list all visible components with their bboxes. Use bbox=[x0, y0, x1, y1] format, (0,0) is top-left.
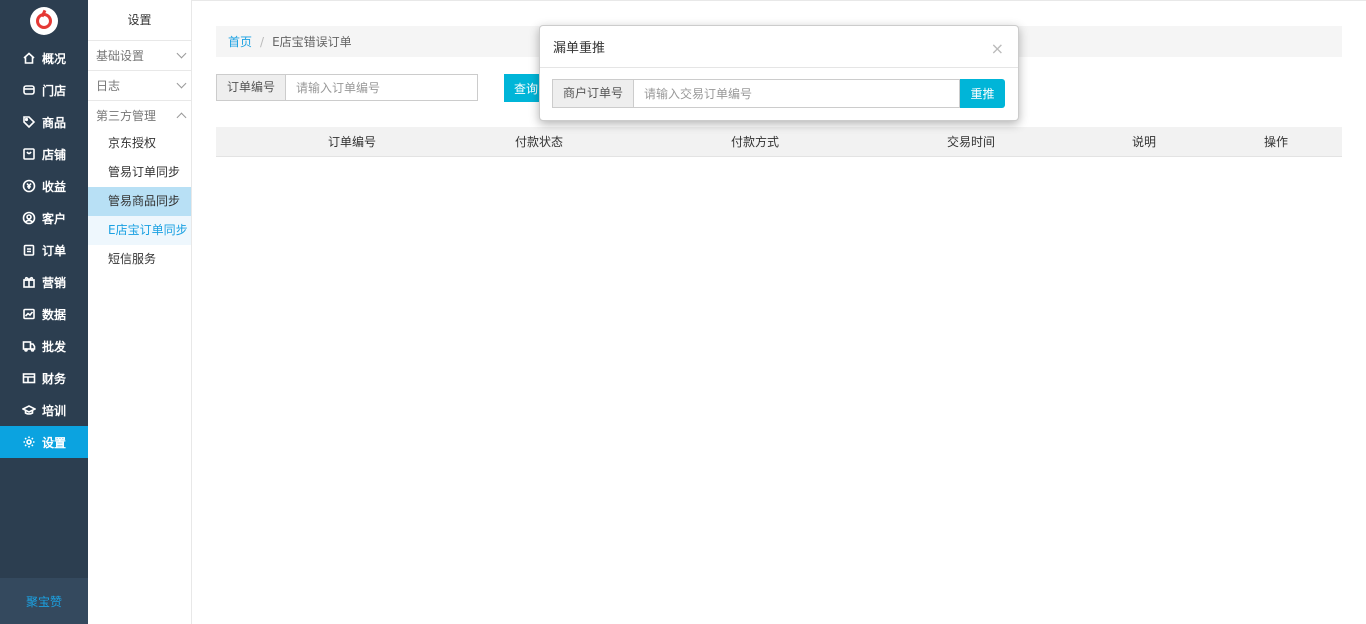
column-header-order-number: 订单编号 bbox=[327, 135, 377, 149]
nav-item-orders[interactable]: 订单 bbox=[0, 234, 88, 266]
submenu-item-jd-auth[interactable]: 京东授权 bbox=[88, 129, 191, 158]
order-icon bbox=[22, 243, 36, 257]
tag-icon bbox=[22, 115, 36, 129]
modal-body: 商户订单号 重推 bbox=[552, 79, 1006, 108]
submenu-item-guanyi-product-sync[interactable]: 管易商品同步 bbox=[88, 187, 191, 216]
submenu-group-basic-settings[interactable]: 基础设置 bbox=[88, 41, 191, 71]
nav-item-label: 批发 bbox=[42, 339, 67, 354]
nav-item-label: 客户 bbox=[42, 211, 67, 226]
modal-title: 漏单重推 bbox=[553, 41, 606, 56]
chevron-down-icon bbox=[176, 78, 187, 89]
nav-item-label: 订单 bbox=[42, 243, 67, 258]
order-number-input[interactable] bbox=[285, 74, 479, 101]
column-header-payment-status: 付款状态 bbox=[514, 135, 564, 149]
repush-button[interactable]: 重推 bbox=[960, 79, 1006, 108]
submenu-item-sms-service[interactable]: 短信服务 bbox=[88, 245, 191, 274]
breadcrumb-home-link[interactable]: 首页 bbox=[228, 33, 252, 50]
nav-item-label: 设置 bbox=[42, 435, 67, 450]
order-search-group: 订单编号 bbox=[216, 74, 479, 101]
graduation-icon bbox=[22, 403, 36, 417]
gear-icon bbox=[22, 435, 36, 449]
column-header-description: 说明 bbox=[1131, 135, 1157, 149]
breadcrumb-current: E店宝错误订单 bbox=[272, 35, 352, 49]
modal-header: 漏单重推 × bbox=[540, 26, 1018, 68]
nav-item-label: 店铺 bbox=[42, 147, 67, 162]
nav-item-stores[interactable]: 门店 bbox=[0, 74, 88, 106]
nav-item-label: 商品 bbox=[42, 115, 67, 130]
table-header: 订单编号 付款状态 付款方式 交易时间 说明 操作 bbox=[216, 127, 1342, 157]
submenu-title: 设置 bbox=[88, 0, 191, 41]
nav-item-shop[interactable]: 店铺 bbox=[0, 138, 88, 170]
nav-item-wholesale[interactable]: 批发 bbox=[0, 330, 88, 362]
home-icon bbox=[22, 51, 36, 65]
submenu-group-label: 基础设置 bbox=[96, 49, 145, 63]
nav-item-label: 财务 bbox=[42, 371, 67, 386]
yuan-icon bbox=[22, 179, 36, 193]
submenu-item-guanyi-order-sync[interactable]: 管易订单同步 bbox=[88, 158, 191, 187]
chart-icon bbox=[22, 307, 36, 321]
repush-order-modal: 漏单重推 × 商户订单号 重推 bbox=[539, 25, 1019, 121]
main-sidebar: 概况 门店 商品 店铺 收益 客户 订单 营销 数据 批发 财务 培训 设置 聚… bbox=[0, 0, 88, 624]
close-icon[interactable]: × bbox=[991, 40, 1004, 57]
submenu-item-edianbao-order-sync[interactable]: E店宝订单同步 bbox=[88, 216, 191, 245]
finance-icon bbox=[22, 371, 36, 385]
nav-item-label: 门店 bbox=[42, 83, 67, 98]
submenu-group-label: 日志 bbox=[96, 79, 121, 93]
gift-icon bbox=[22, 275, 36, 289]
query-button[interactable]: 查询 bbox=[504, 74, 544, 102]
nav-item-label: 培训 bbox=[42, 403, 67, 418]
nav-item-label: 概况 bbox=[42, 51, 67, 66]
nav-item-marketing[interactable]: 营销 bbox=[0, 266, 88, 298]
nav-item-revenue[interactable]: 收益 bbox=[0, 170, 88, 202]
settings-submenu: 设置 基础设置 日志 第三方管理 京东授权 管易订单同步 管易商品同步 E店宝订… bbox=[88, 0, 192, 624]
brand-name: 聚宝赞 bbox=[0, 578, 88, 624]
column-header-payment-method: 付款方式 bbox=[730, 135, 780, 149]
truck-icon bbox=[22, 339, 36, 353]
chevron-up-icon bbox=[176, 112, 187, 122]
chevron-down-icon bbox=[176, 48, 187, 59]
nav-item-overview[interactable]: 概况 bbox=[0, 42, 88, 74]
app-logo[interactable] bbox=[0, 0, 88, 42]
nav-item-settings[interactable]: 设置 bbox=[0, 426, 88, 458]
merchant-order-number-input[interactable] bbox=[633, 79, 961, 108]
logo-icon bbox=[30, 7, 58, 35]
nav-item-finance[interactable]: 财务 bbox=[0, 362, 88, 394]
column-header-transaction-time: 交易时间 bbox=[946, 135, 996, 149]
nav-item-products[interactable]: 商品 bbox=[0, 106, 88, 138]
nav-item-label: 数据 bbox=[42, 307, 67, 322]
submenu-group-third-party[interactable]: 第三方管理 bbox=[88, 101, 191, 129]
nav-item-training[interactable]: 培训 bbox=[0, 394, 88, 426]
submenu-group-logs[interactable]: 日志 bbox=[88, 71, 191, 101]
nav-item-label: 收益 bbox=[42, 179, 67, 194]
column-header-actions: 操作 bbox=[1263, 135, 1289, 149]
breadcrumb-separator: / bbox=[260, 34, 265, 49]
user-icon bbox=[22, 211, 36, 225]
nav-item-label: 营销 bbox=[42, 275, 67, 290]
store-icon bbox=[22, 83, 36, 97]
nav-item-customers[interactable]: 客户 bbox=[0, 202, 88, 234]
shop-icon bbox=[22, 147, 36, 161]
merchant-order-number-label: 商户订单号 bbox=[552, 79, 634, 108]
order-number-label: 订单编号 bbox=[216, 74, 286, 101]
nav-item-data[interactable]: 数据 bbox=[0, 298, 88, 330]
submenu-group-label: 第三方管理 bbox=[96, 108, 157, 123]
